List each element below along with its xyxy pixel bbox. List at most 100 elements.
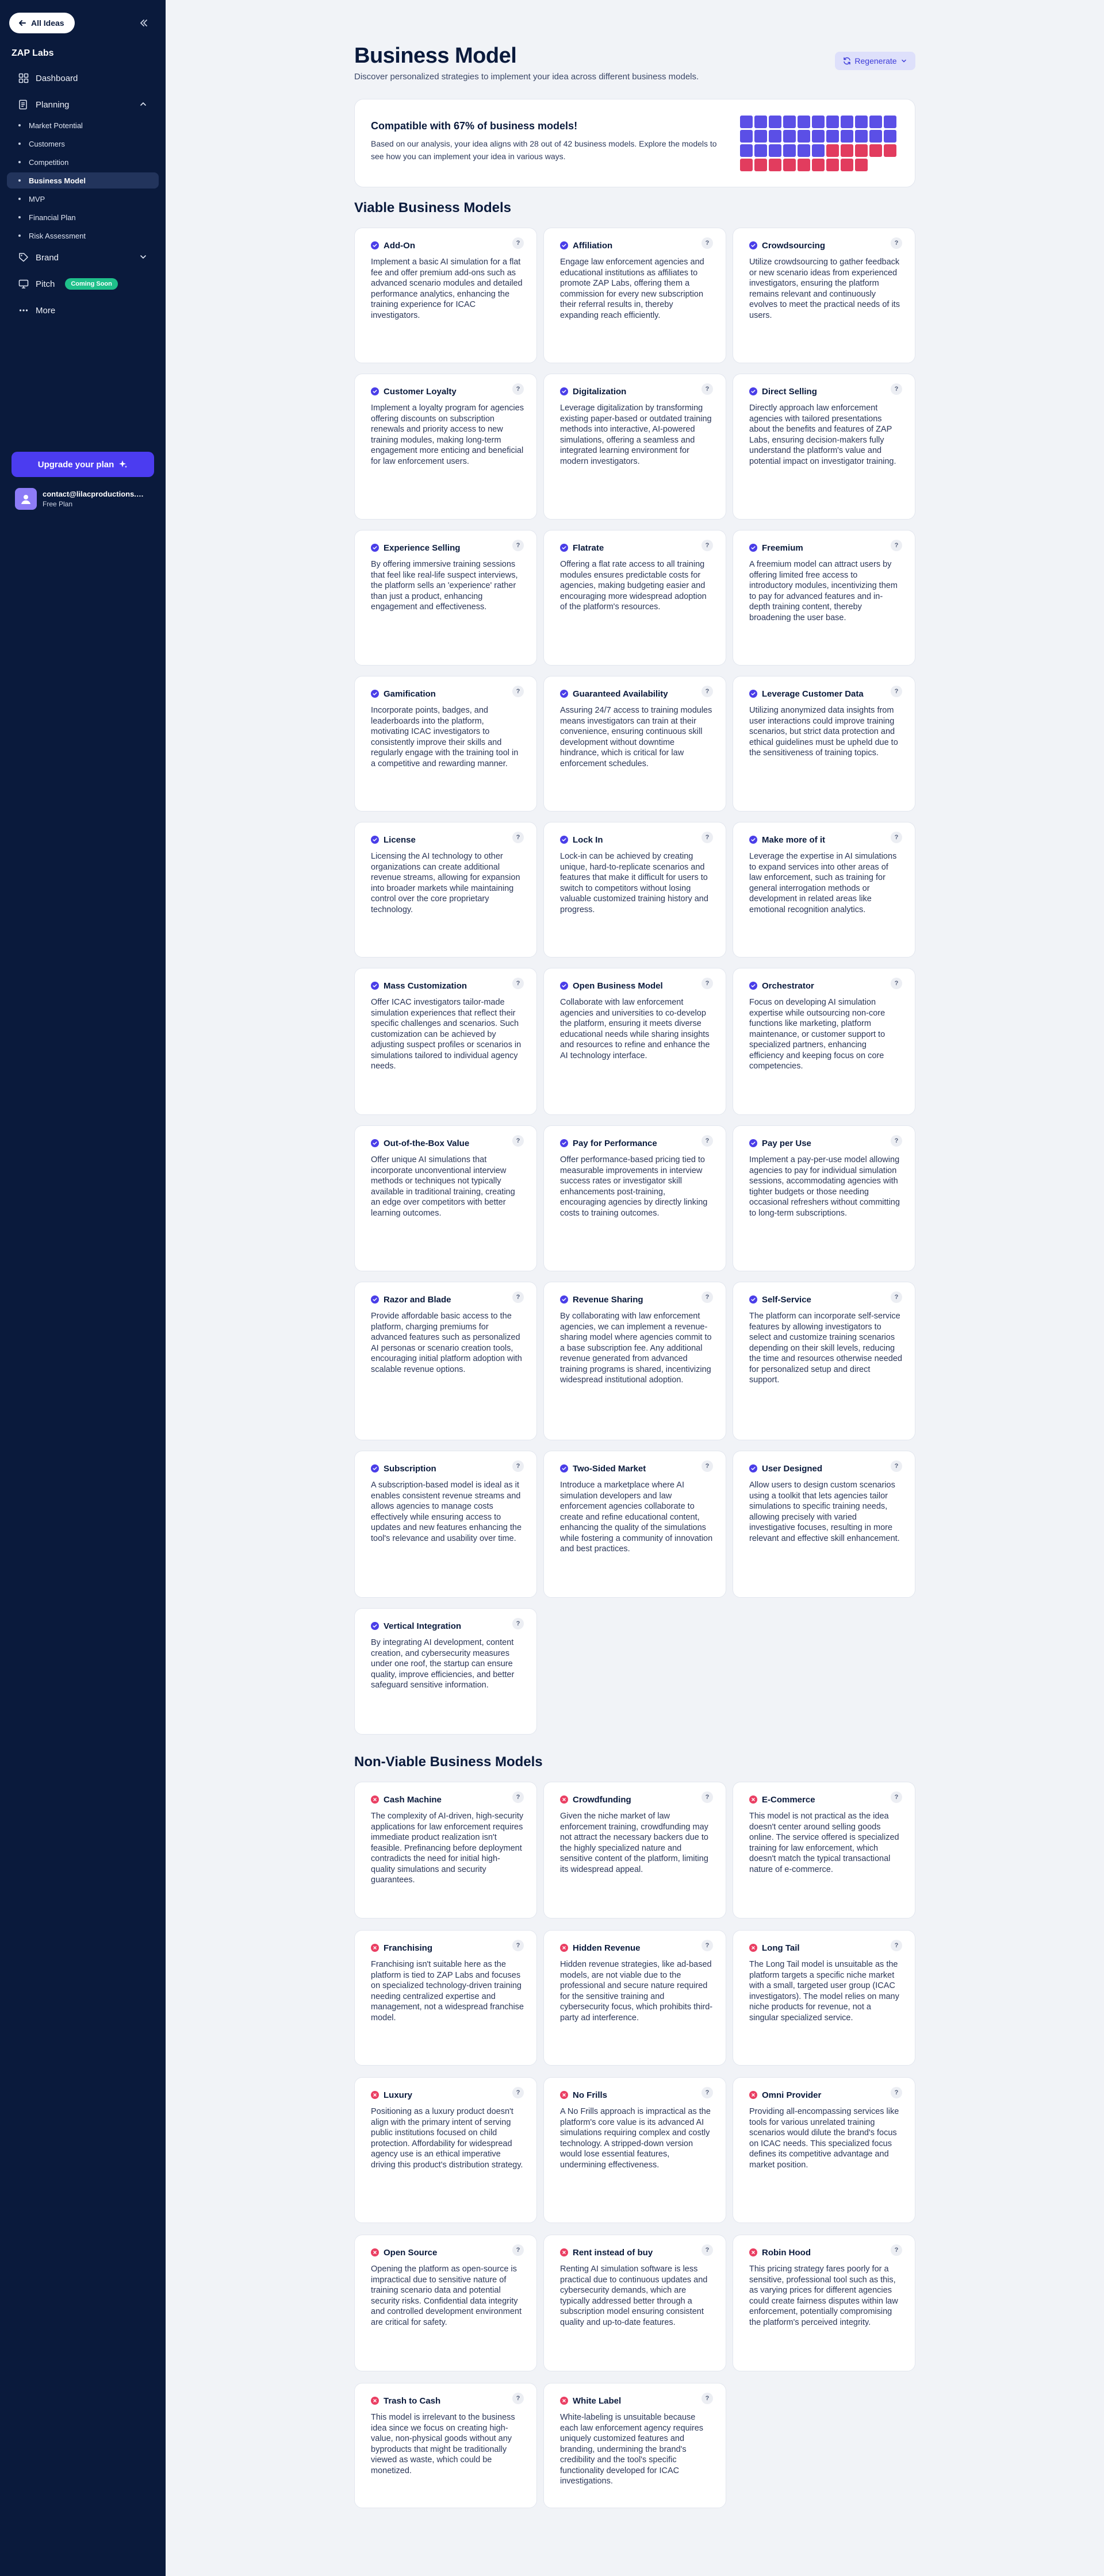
account-menu[interactable]: contact@lilacproductions.com Free Plan	[15, 486, 153, 512]
business-model-card-digitalization[interactable]: Digitalization? Leverage digitalization b…	[543, 374, 726, 520]
help-icon[interactable]: ?	[891, 1791, 902, 1803]
help-icon[interactable]: ?	[702, 1291, 713, 1303]
business-model-card-user-designed[interactable]: User Designed? Allow users to design cust…	[733, 1451, 915, 1598]
help-icon[interactable]: ?	[891, 978, 902, 989]
business-model-card-crowdsourcing[interactable]: Crowdsourcing? Utilize crowdsourcing to g…	[733, 228, 915, 363]
help-icon[interactable]: ?	[512, 2244, 524, 2256]
help-icon[interactable]: ?	[891, 237, 902, 249]
help-icon[interactable]: ?	[891, 1291, 902, 1303]
sidebar-item-pitch[interactable]: Pitch Coming Soon	[7, 274, 159, 294]
help-icon[interactable]: ?	[512, 978, 524, 989]
business-model-card-leverage-customer-data[interactable]: Leverage Customer Data? Utilizing anonymi…	[733, 676, 915, 812]
business-model-card-hidden-revenue[interactable]: Hidden Revenue? Hidden revenue strategies…	[543, 1930, 726, 2066]
business-model-card-flatrate[interactable]: Flatrate? Offering a flat rate access to …	[543, 530, 726, 666]
help-icon[interactable]: ?	[702, 1940, 713, 1951]
business-model-card-mass-customization[interactable]: Mass Customization? Offer ICAC investigat…	[354, 968, 537, 1115]
sidebar-subitem-competition[interactable]: Competition	[7, 154, 159, 170]
business-model-card-make-more-of-it[interactable]: Make more of it? Leverage the expertise i…	[733, 822, 915, 958]
sidebar-subitem-risk-assessment[interactable]: Risk Assessment	[7, 228, 159, 244]
collapse-sidebar-button[interactable]	[136, 15, 152, 31]
help-icon[interactable]: ?	[512, 2393, 524, 2404]
help-icon[interactable]: ?	[512, 686, 524, 697]
sidebar-item-more[interactable]: More	[7, 300, 159, 321]
help-icon[interactable]: ?	[891, 2244, 902, 2256]
business-model-card-self-service[interactable]: Self-Service? The platform can incorporat…	[733, 1282, 915, 1440]
business-model-card-license[interactable]: License? Licensing the AI technology to o…	[354, 822, 537, 958]
business-model-card-freemium[interactable]: Freemium? A freemium model can attract us…	[733, 530, 915, 666]
business-model-card-long-tail[interactable]: Long Tail? The Long Tail model is unsuita…	[733, 1930, 915, 2066]
business-model-card-omni-provider[interactable]: Omni Provider? Providing all-encompassing…	[733, 2077, 915, 2223]
help-icon[interactable]: ?	[512, 1135, 524, 1147]
help-icon[interactable]: ?	[702, 1135, 713, 1147]
help-icon[interactable]: ?	[891, 1460, 902, 1472]
help-icon[interactable]: ?	[512, 383, 524, 395]
help-icon[interactable]: ?	[512, 832, 524, 843]
business-model-card-orchestrator[interactable]: Orchestrator? Focus on developing AI simu…	[733, 968, 915, 1115]
business-model-card-open-source[interactable]: Open Source? Opening the platform as open…	[354, 2235, 537, 2371]
business-model-card-pay-per-use[interactable]: Pay per Use? Implement a pay-per-use mode…	[733, 1125, 915, 1271]
help-icon[interactable]: ?	[702, 2087, 713, 2098]
help-icon[interactable]: ?	[512, 1618, 524, 1629]
help-icon[interactable]: ?	[702, 2244, 713, 2256]
business-model-card-gamification[interactable]: Gamification? Incorporate points, badges,…	[354, 676, 537, 812]
help-icon[interactable]: ?	[891, 540, 902, 551]
business-model-card-subscription[interactable]: Subscription? A subscription-based model …	[354, 1451, 537, 1598]
business-model-card-guaranteed-availability[interactable]: Guaranteed Availability? Assuring 24/7 ac…	[543, 676, 726, 812]
help-icon[interactable]: ?	[512, 237, 524, 249]
help-icon[interactable]: ?	[702, 383, 713, 395]
business-model-card-white-label[interactable]: White Label? White-labeling is unsuitable…	[543, 2383, 726, 2508]
business-model-card-affiliation[interactable]: Affiliation? Engage law enforcement agenc…	[543, 228, 726, 363]
business-model-card-pay-for-performance[interactable]: Pay for Performance? Offer performance-ba…	[543, 1125, 726, 1271]
help-icon[interactable]: ?	[702, 832, 713, 843]
help-icon[interactable]: ?	[702, 686, 713, 697]
sidebar-subitem-financial-plan[interactable]: Financial Plan	[7, 209, 159, 225]
business-model-card-robin-hood[interactable]: Robin Hood? This pricing strategy fares p…	[733, 2235, 915, 2371]
help-icon[interactable]: ?	[512, 2087, 524, 2098]
business-model-card-rent-instead-of-buy[interactable]: Rent instead of buy? Renting AI simulatio…	[543, 2235, 726, 2371]
sidebar-item-planning[interactable]: Planning	[7, 94, 159, 115]
business-model-card-lock-in[interactable]: Lock In? Lock-in can be achieved by creat…	[543, 822, 726, 958]
help-icon[interactable]: ?	[891, 686, 902, 697]
help-icon[interactable]: ?	[891, 2087, 902, 2098]
help-icon[interactable]: ?	[702, 2393, 713, 2404]
help-icon[interactable]: ?	[512, 1291, 524, 1303]
business-model-card-direct-selling[interactable]: Direct Selling? Directly approach law enf…	[733, 374, 915, 520]
help-icon[interactable]: ?	[702, 978, 713, 989]
help-icon[interactable]: ?	[512, 540, 524, 551]
business-model-card-add-on[interactable]: Add-On? Implement a basic AI simulation f…	[354, 228, 537, 363]
help-icon[interactable]: ?	[702, 1460, 713, 1472]
sidebar-subitem-business-model[interactable]: Business Model	[7, 172, 159, 189]
business-model-card-out-of-the-box-value[interactable]: Out-of-the-Box Value? Offer unique AI sim…	[354, 1125, 537, 1271]
business-model-card-customer-loyalty[interactable]: Customer Loyalty? Implement a loyalty pro…	[354, 374, 537, 520]
help-icon[interactable]: ?	[512, 1940, 524, 1951]
regenerate-button[interactable]: Regenerate	[835, 52, 915, 70]
business-model-card-e-commerce[interactable]: E-Commerce? This model is not practical a…	[733, 1782, 915, 1918]
business-model-card-open-business-model[interactable]: Open Business Model? Collaborate with law…	[543, 968, 726, 1115]
business-model-card-vertical-integration[interactable]: Vertical Integration? By integrating AI d…	[354, 1608, 537, 1735]
business-model-card-cash-machine[interactable]: Cash Machine? The complexity of AI-driven…	[354, 1782, 537, 1918]
sidebar-subitem-customers[interactable]: Customers	[7, 136, 159, 152]
business-model-card-no-frills[interactable]: No Frills? A No Frills approach is imprac…	[543, 2077, 726, 2223]
help-icon[interactable]: ?	[512, 1791, 524, 1803]
business-model-card-two-sided-market[interactable]: Two-Sided Market? Introduce a marketplace…	[543, 1451, 726, 1598]
help-icon[interactable]: ?	[702, 540, 713, 551]
help-icon[interactable]: ?	[891, 832, 902, 843]
business-model-card-revenue-sharing[interactable]: Revenue Sharing? By collaborating with la…	[543, 1282, 726, 1440]
help-icon[interactable]: ?	[702, 1791, 713, 1803]
upgrade-plan-button[interactable]: Upgrade your plan	[12, 452, 154, 477]
sidebar-subitem-mvp[interactable]: MVP	[7, 191, 159, 207]
all-ideas-button[interactable]: All Ideas	[9, 13, 75, 33]
business-model-card-franchising[interactable]: Franchising? Franchising isn't suitable h…	[354, 1930, 537, 2066]
business-model-card-razor-and-blade[interactable]: Razor and Blade? Provide affordable basic…	[354, 1282, 537, 1440]
help-icon[interactable]: ?	[891, 1135, 902, 1147]
business-model-card-crowdfunding[interactable]: Crowdfunding? Given the niche market of l…	[543, 1782, 726, 1918]
help-icon[interactable]: ?	[891, 1940, 902, 1951]
sidebar-subitem-market-potential[interactable]: Market Potential	[7, 117, 159, 133]
sidebar-item-brand[interactable]: Brand	[7, 247, 159, 268]
business-model-card-experience-selling[interactable]: Experience Selling? By offering immersive…	[354, 530, 537, 666]
business-model-card-luxury[interactable]: Luxury? Positioning as a luxury product d…	[354, 2077, 537, 2223]
business-model-card-trash-to-cash[interactable]: Trash to Cash? This model is irrelevant t…	[354, 2383, 537, 2508]
help-icon[interactable]: ?	[702, 237, 713, 249]
help-icon[interactable]: ?	[512, 1460, 524, 1472]
help-icon[interactable]: ?	[891, 383, 902, 395]
